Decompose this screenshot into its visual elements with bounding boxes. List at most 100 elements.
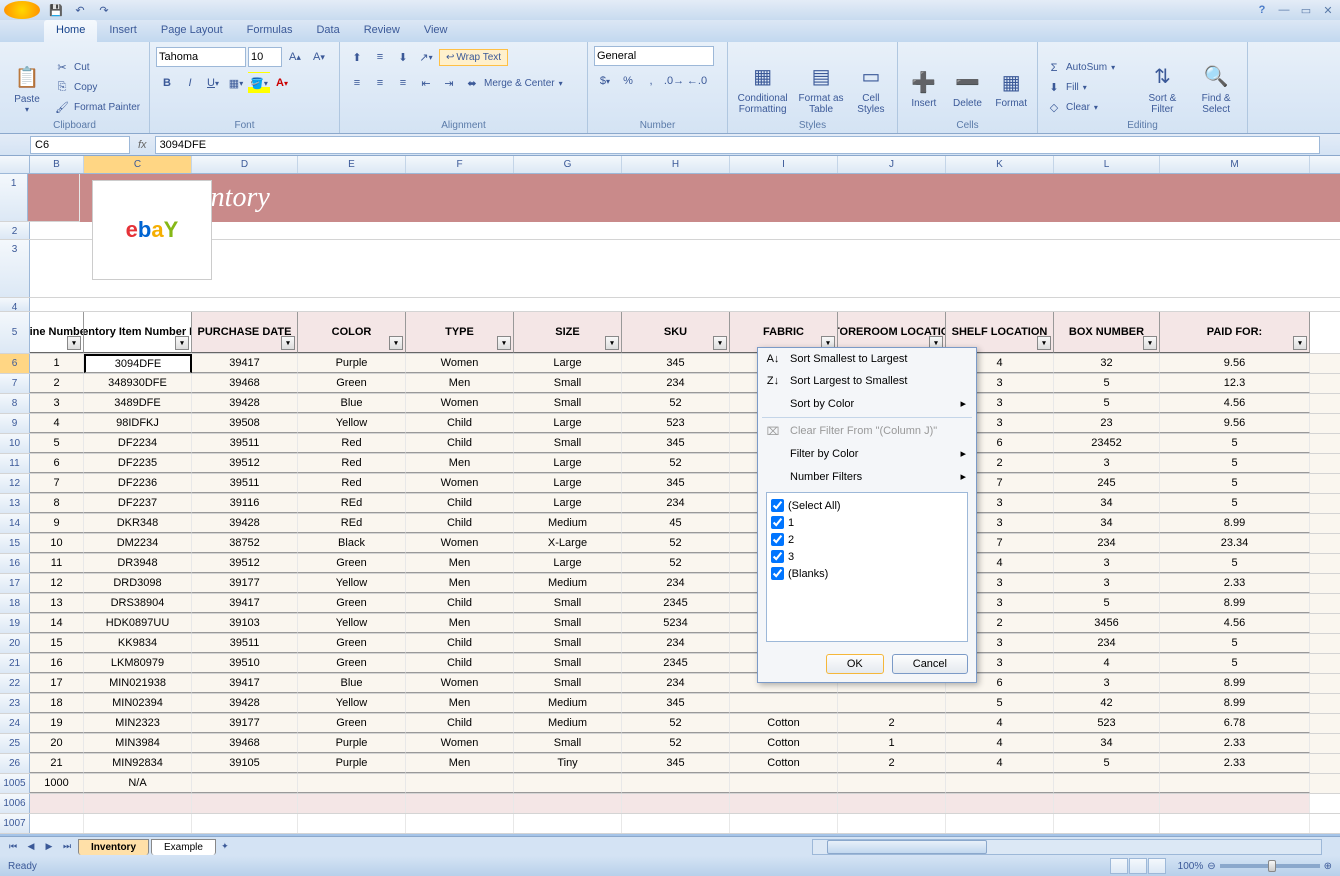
cell-M23[interactable]: 8.99 xyxy=(1160,694,1310,713)
cell-L21[interactable]: 4 xyxy=(1054,654,1160,673)
sheet-tab-inventory[interactable]: Inventory xyxy=(78,839,149,855)
font-size-select[interactable] xyxy=(248,47,282,67)
cell-F15[interactable]: Women xyxy=(406,534,514,553)
filter-check-item[interactable]: 1 xyxy=(771,514,963,531)
cell-F23[interactable]: Men xyxy=(406,694,514,713)
cell-J23[interactable] xyxy=(838,694,946,713)
cell-E19[interactable]: Yellow xyxy=(298,614,406,633)
cell-D1005[interactable] xyxy=(192,774,298,793)
cell-M1005[interactable] xyxy=(1160,774,1310,793)
align-top-icon[interactable]: ⬆ xyxy=(346,46,368,68)
normal-view-icon[interactable] xyxy=(1110,858,1128,874)
cell-C10[interactable]: DF2234 xyxy=(84,434,192,453)
column-header-J[interactable]: J xyxy=(838,156,946,173)
qat-save-icon[interactable]: 💾 xyxy=(45,1,67,19)
cell-E26[interactable]: Purple xyxy=(298,754,406,773)
cell-B24[interactable]: 19 xyxy=(30,714,84,733)
cell-H13[interactable]: 234 xyxy=(622,494,730,513)
next-sheet-icon[interactable]: ▶ xyxy=(40,839,58,855)
cell-C18[interactable]: DRS38904 xyxy=(84,594,192,613)
cell-H9[interactable]: 523 xyxy=(622,414,730,433)
cell-E10[interactable]: Red xyxy=(298,434,406,453)
tab-review[interactable]: Review xyxy=(352,20,412,42)
cell-D11[interactable]: 39512 xyxy=(192,454,298,473)
filter-checkbox[interactable] xyxy=(771,567,784,580)
tab-formulas[interactable]: Formulas xyxy=(235,20,305,42)
cell-G16[interactable]: Large xyxy=(514,554,622,573)
cell-G12[interactable]: Large xyxy=(514,474,622,493)
cell-B26[interactable]: 21 xyxy=(30,754,84,773)
filter-button-B[interactable]: ▾ xyxy=(67,336,81,350)
cell-C20[interactable]: KK9834 xyxy=(84,634,192,653)
borders-button[interactable]: ▦▾ xyxy=(225,72,247,94)
row-header[interactable]: 24 xyxy=(0,714,30,733)
help-icon[interactable]: ? xyxy=(1254,2,1270,18)
cell-M14[interactable]: 8.99 xyxy=(1160,514,1310,533)
row-header[interactable]: 19 xyxy=(0,614,30,633)
cell-E14[interactable]: REd xyxy=(298,514,406,533)
column-header-G[interactable]: G xyxy=(514,156,622,173)
cell-E6[interactable]: Purple xyxy=(298,354,406,373)
cell-E21[interactable]: Green xyxy=(298,654,406,673)
cell-L26[interactable]: 5 xyxy=(1054,754,1160,773)
align-center-icon[interactable]: ≡ xyxy=(369,72,391,94)
cell-C11[interactable]: DF2235 xyxy=(84,454,192,473)
cell-B8[interactable]: 3 xyxy=(30,394,84,413)
italic-button[interactable]: I xyxy=(179,72,201,94)
percent-icon[interactable]: % xyxy=(617,70,639,92)
cell-B18[interactable]: 13 xyxy=(30,594,84,613)
cell-E8[interactable]: Blue xyxy=(298,394,406,413)
cell-F26[interactable]: Men xyxy=(406,754,514,773)
cell-G19[interactable]: Small xyxy=(514,614,622,633)
cell-B11[interactable]: 6 xyxy=(30,454,84,473)
cell-F12[interactable]: Women xyxy=(406,474,514,493)
cell-B12[interactable]: 7 xyxy=(30,474,84,493)
cell-D18[interactable]: 39417 xyxy=(192,594,298,613)
number-format-select[interactable] xyxy=(594,46,714,66)
cell-D20[interactable]: 39511 xyxy=(192,634,298,653)
number-filters-item[interactable]: Number Filters▸ xyxy=(758,465,976,488)
tab-insert[interactable]: Insert xyxy=(97,20,149,42)
font-name-select[interactable] xyxy=(156,47,246,67)
close-icon[interactable]: ✕ xyxy=(1320,2,1336,18)
cell-M13[interactable]: 5 xyxy=(1160,494,1310,513)
cell-K23[interactable]: 5 xyxy=(946,694,1054,713)
insert-cells-button[interactable]: ➕Insert xyxy=(904,44,944,131)
row-header[interactable]: 17 xyxy=(0,574,30,593)
cell-C13[interactable]: DF2237 xyxy=(84,494,192,513)
cell-B15[interactable]: 10 xyxy=(30,534,84,553)
row-header[interactable]: 7 xyxy=(0,374,30,393)
cell-F17[interactable]: Men xyxy=(406,574,514,593)
cell-K25[interactable]: 4 xyxy=(946,734,1054,753)
cell-G25[interactable]: Small xyxy=(514,734,622,753)
cell-L23[interactable]: 42 xyxy=(1054,694,1160,713)
cell-C24[interactable]: MIN2323 xyxy=(84,714,192,733)
cell-L7[interactable]: 5 xyxy=(1054,374,1160,393)
cell-L13[interactable]: 34 xyxy=(1054,494,1160,513)
cell-H23[interactable]: 345 xyxy=(622,694,730,713)
cell-G7[interactable]: Small xyxy=(514,374,622,393)
cell-F25[interactable]: Women xyxy=(406,734,514,753)
row-header[interactable]: 10 xyxy=(0,434,30,453)
cell-F24[interactable]: Child xyxy=(406,714,514,733)
cell-E12[interactable]: Red xyxy=(298,474,406,493)
filter-checkbox[interactable] xyxy=(771,516,784,529)
row-header[interactable]: 1007 xyxy=(0,814,30,833)
cell-F21[interactable]: Child xyxy=(406,654,514,673)
cell-B9[interactable]: 4 xyxy=(30,414,84,433)
cell-D7[interactable]: 39468 xyxy=(192,374,298,393)
sort-desc-item[interactable]: Z↓Sort Largest to Smallest xyxy=(758,370,976,392)
filter-by-color-item[interactable]: Filter by Color▸ xyxy=(758,442,976,465)
row-header[interactable]: 11 xyxy=(0,454,30,473)
cell-H17[interactable]: 234 xyxy=(622,574,730,593)
filter-cancel-button[interactable]: Cancel xyxy=(892,654,968,674)
cell-C8[interactable]: 3489DFE xyxy=(84,394,192,413)
cell-B17[interactable]: 12 xyxy=(30,574,84,593)
cell-L15[interactable]: 234 xyxy=(1054,534,1160,553)
filter-check-item[interactable]: (Blanks) xyxy=(771,565,963,582)
column-header-F[interactable]: F xyxy=(406,156,514,173)
cell-H22[interactable]: 234 xyxy=(622,674,730,693)
cell-G13[interactable]: Large xyxy=(514,494,622,513)
cell-L9[interactable]: 23 xyxy=(1054,414,1160,433)
cell-D22[interactable]: 39417 xyxy=(192,674,298,693)
